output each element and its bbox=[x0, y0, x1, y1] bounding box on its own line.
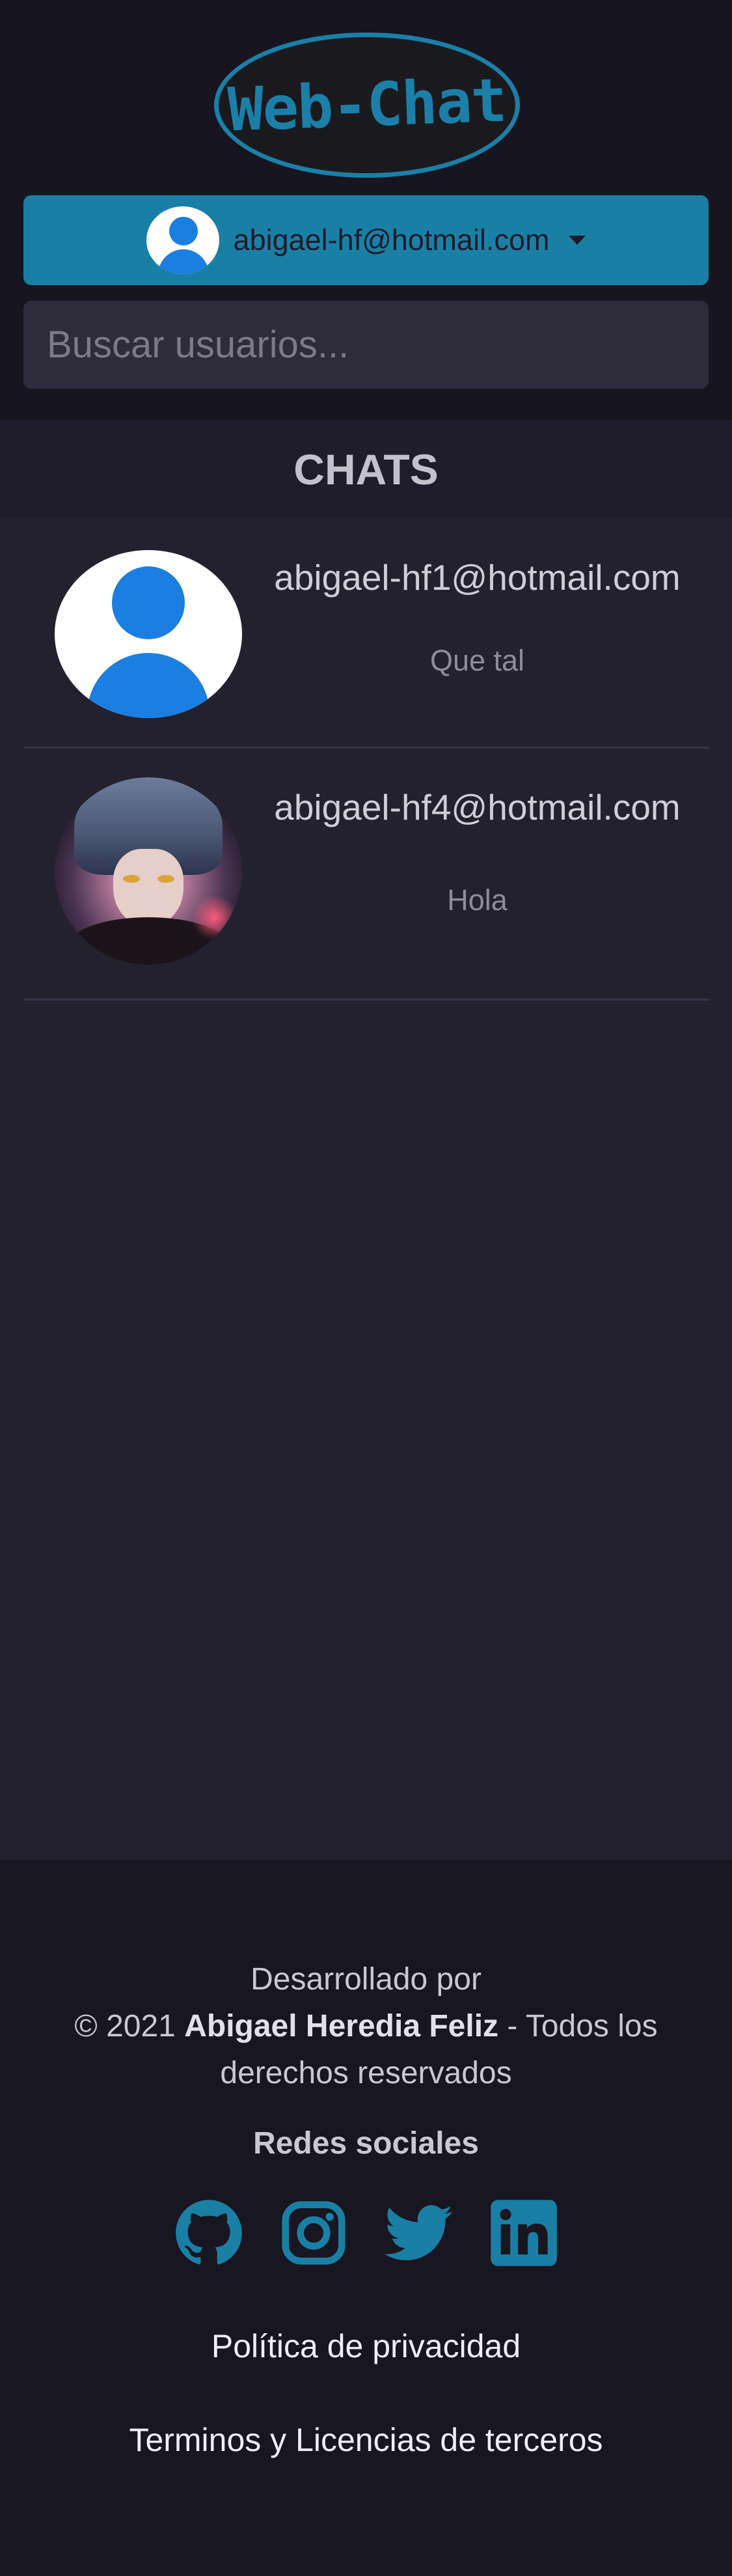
developed-by-label: Desarrollado por bbox=[251, 1962, 481, 1997]
instagram-icon[interactable] bbox=[279, 2198, 348, 2267]
social-icons-row bbox=[174, 2197, 558, 2269]
anime-character-avatar bbox=[55, 777, 242, 965]
social-networks-title: Redes sociales bbox=[253, 2126, 479, 2161]
default-user-avatar-icon bbox=[55, 550, 242, 718]
chat-last-message: Que tal bbox=[429, 644, 525, 677]
chat-last-message: Hola bbox=[447, 883, 508, 917]
copyright-text: © 2021 bbox=[74, 2009, 176, 2043]
privacy-policy-link[interactable]: Política de privacidad bbox=[0, 2327, 732, 2365]
chat-list: abigael-hf1@hotmail.com Que tal abigael-… bbox=[0, 519, 732, 1860]
web-chat-logo[interactable]: Web-Chat bbox=[214, 33, 520, 178]
footer-credits: Desarrollado por © 2021 Abigael Heredia … bbox=[39, 1956, 693, 2097]
linkedin-icon[interactable] bbox=[489, 2198, 558, 2267]
chat-contact-email: abigael-hf4@hotmail.com bbox=[274, 787, 681, 827]
chat-list-item[interactable]: abigael-hf1@hotmail.com Que tal bbox=[23, 519, 709, 749]
footer: Desarrollado por © 2021 Abigael Heredia … bbox=[0, 1860, 732, 2576]
chats-title: CHATS bbox=[293, 445, 439, 493]
header: Web-Chat abigael-hf@hotmail.com bbox=[0, 0, 732, 420]
chats-header: CHATS bbox=[0, 420, 732, 519]
chat-contact-email: abigael-hf1@hotmail.com bbox=[274, 557, 681, 598]
terms-licenses-link[interactable]: Terminos y Licencias de terceros bbox=[0, 2421, 732, 2459]
search-users-input[interactable] bbox=[23, 301, 709, 389]
caret-down-icon bbox=[569, 236, 586, 245]
author-name: Abigael Heredia Feliz bbox=[184, 2009, 499, 2043]
chat-list-item[interactable]: abigael-hf4@hotmail.com Hola bbox=[23, 749, 709, 1001]
user-menu-dropdown[interactable]: abigael-hf@hotmail.com bbox=[23, 195, 709, 285]
user-avatar-icon bbox=[146, 206, 219, 274]
current-user-email: abigael-hf@hotmail.com bbox=[233, 223, 550, 256]
github-icon[interactable] bbox=[174, 2198, 243, 2267]
logo-text: Web-Chat bbox=[226, 65, 508, 145]
twitter-icon[interactable] bbox=[384, 2198, 454, 2267]
